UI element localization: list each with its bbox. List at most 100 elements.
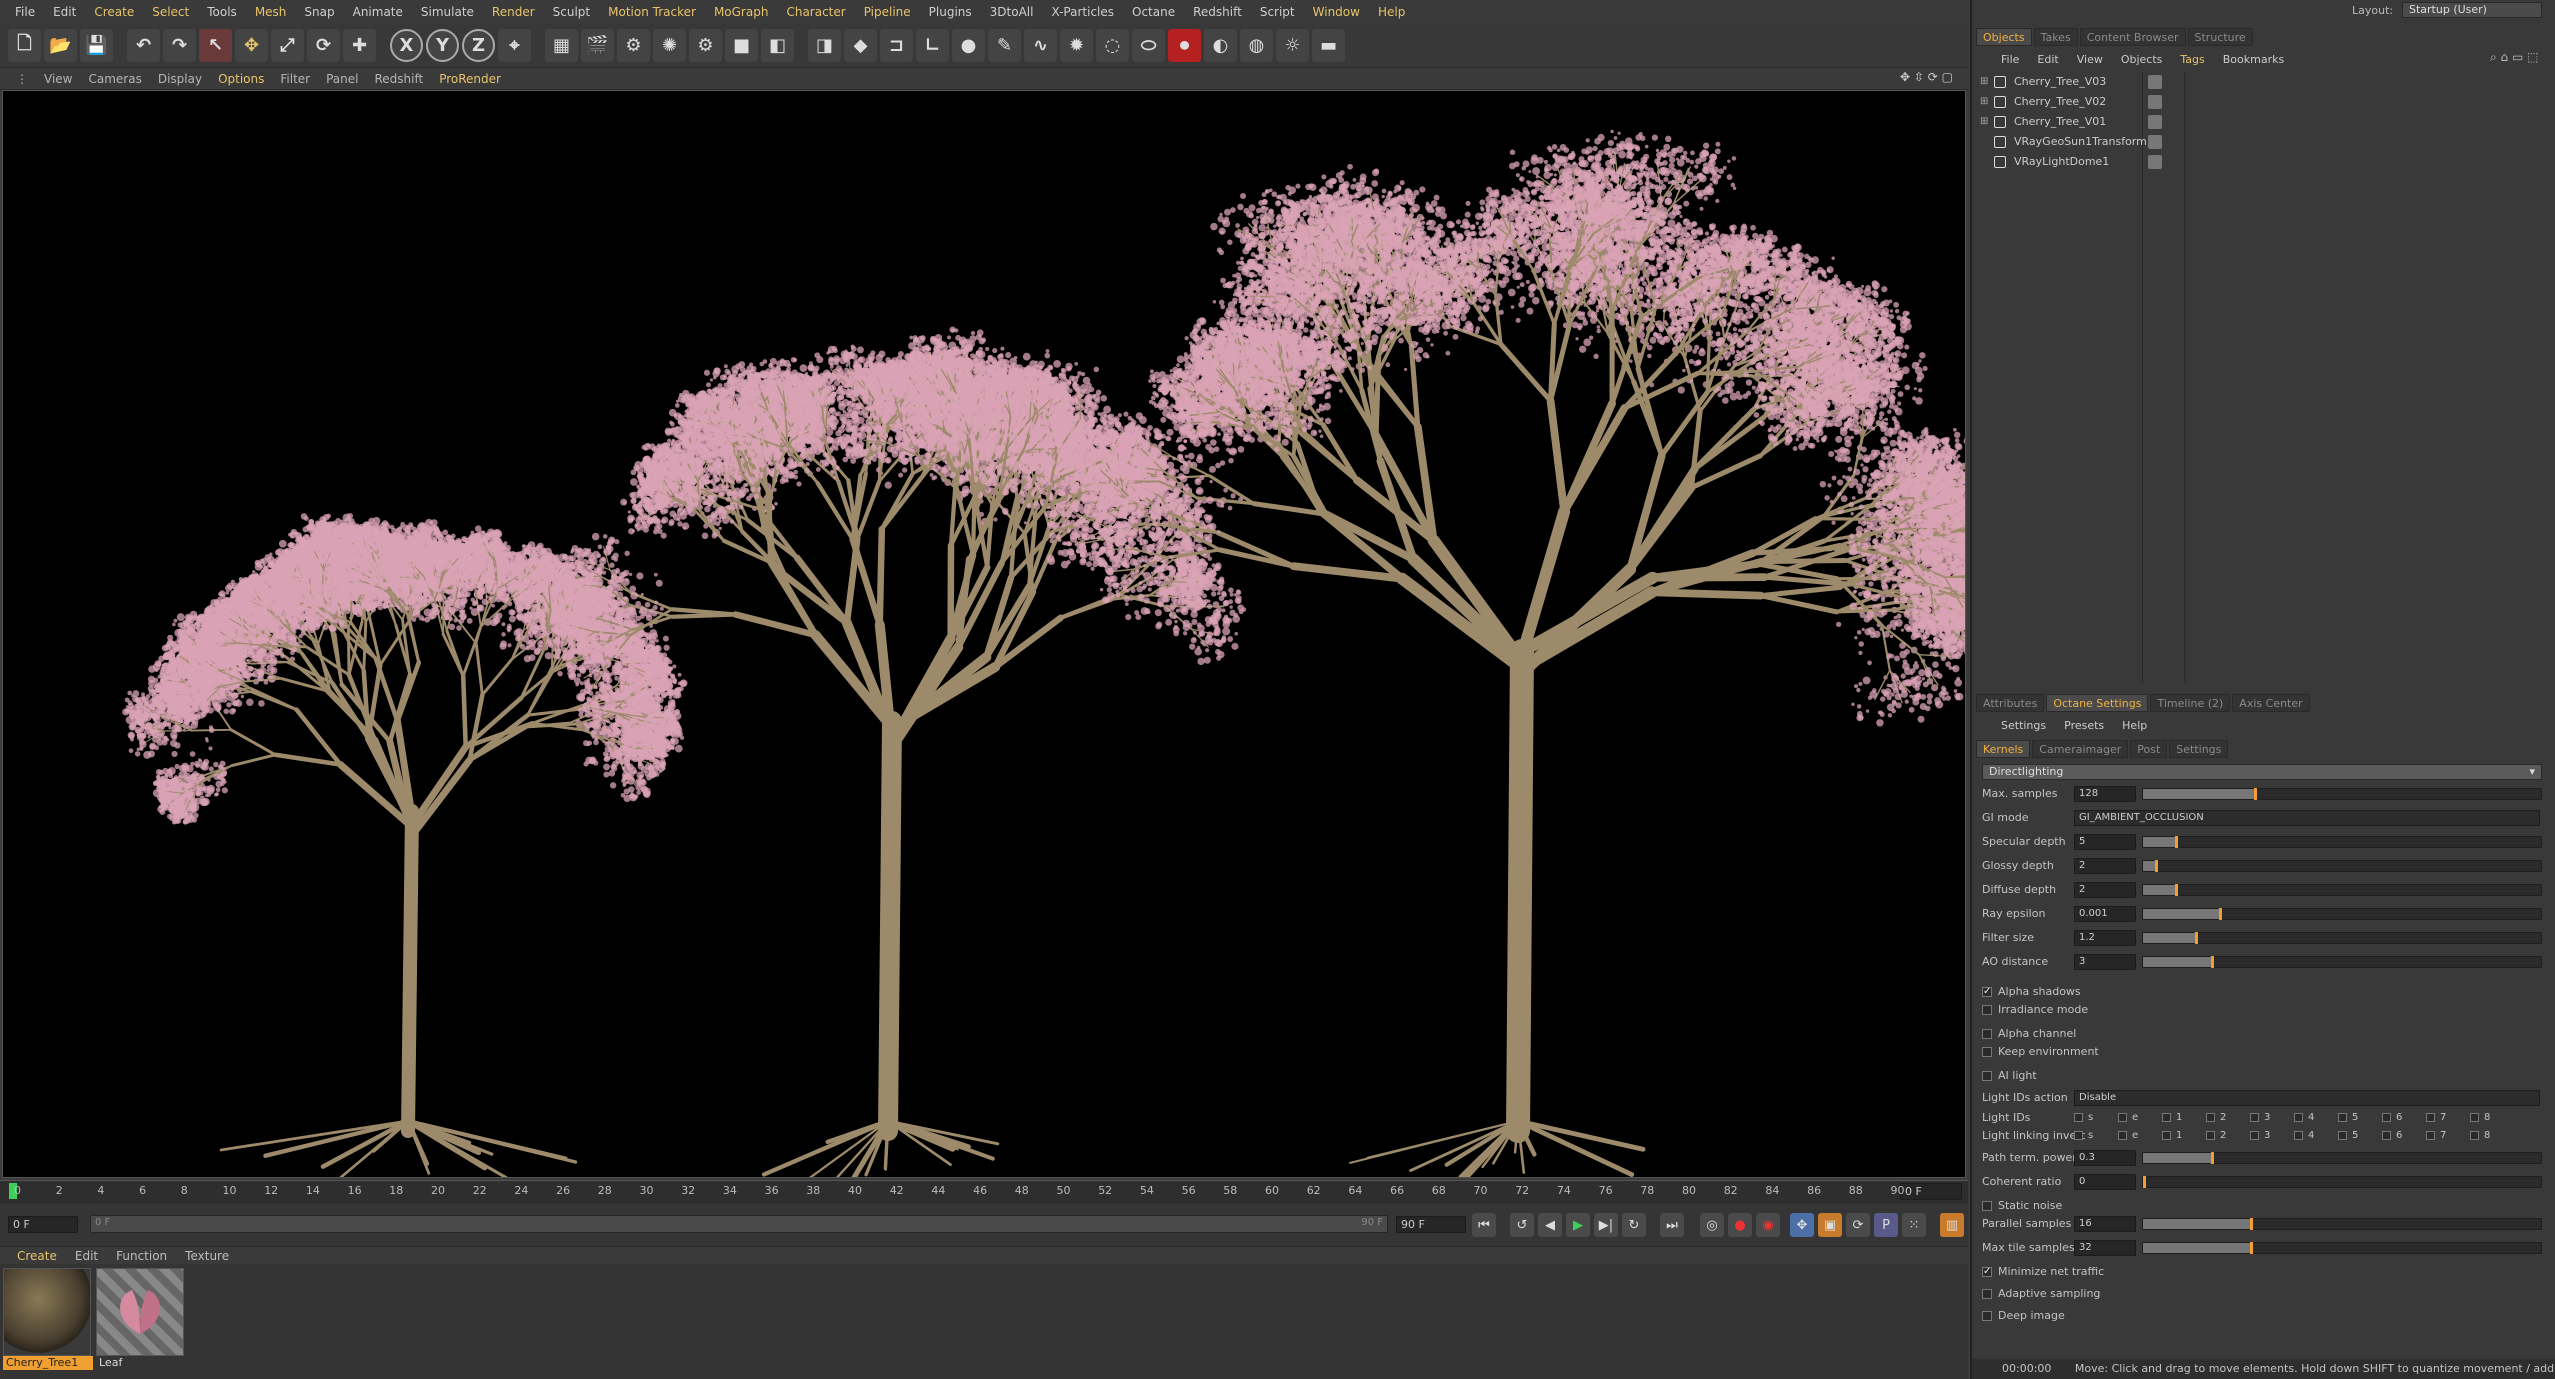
light-id-checkbox[interactable] xyxy=(2206,1113,2215,1122)
menu-create[interactable]: Create xyxy=(85,5,143,19)
open-icon[interactable]: 📂 xyxy=(44,29,77,62)
sphere-icon[interactable]: ● xyxy=(952,29,985,62)
subtab-kernels[interactable]: Kernels xyxy=(1976,740,2030,758)
redo-icon[interactable]: ↷ xyxy=(163,29,196,62)
checkbox[interactable] xyxy=(1982,1071,1992,1081)
menu-script[interactable]: Script xyxy=(1251,5,1304,19)
checkbox[interactable] xyxy=(1982,1029,1992,1039)
octane-menu-settings[interactable]: Settings xyxy=(1992,719,2055,732)
end-frame-field[interactable]: 90 F xyxy=(1396,1216,1466,1233)
menu-tools[interactable]: Tools xyxy=(198,5,246,19)
viewport-menu-display[interactable]: Display xyxy=(150,72,210,86)
record-icon[interactable]: ⏺ xyxy=(1168,29,1201,62)
current-frame-field[interactable]: 0 F xyxy=(1900,1183,1962,1200)
create-object-icon[interactable]: ✚ xyxy=(343,29,376,62)
viewport-menu-filter[interactable]: Filter xyxy=(272,72,318,86)
object-name[interactable]: Cherry_Tree_V03 xyxy=(2014,72,2106,92)
menu-file[interactable]: File xyxy=(6,5,44,19)
menu-motion-tracker[interactable]: Motion Tracker xyxy=(599,5,705,19)
light-id-checkbox[interactable] xyxy=(2162,1131,2171,1140)
param-value-field[interactable]: 0.3 xyxy=(2074,1150,2136,1166)
light-id-checkbox[interactable] xyxy=(2250,1131,2259,1140)
attr-tab-axis-center[interactable]: Axis Center xyxy=(2232,694,2309,712)
move-icon[interactable]: ✥ xyxy=(235,29,268,62)
light-id-checkbox[interactable] xyxy=(2294,1113,2303,1122)
viewport-menu-view[interactable]: View xyxy=(36,72,80,86)
slider-handle[interactable] xyxy=(2143,1176,2146,1188)
key-position-icon[interactable]: ✥ xyxy=(1790,1213,1814,1237)
rotate-icon[interactable]: ⟳ xyxy=(307,29,340,62)
menu-sculpt[interactable]: Sculpt xyxy=(544,5,599,19)
z-axis-icon[interactable]: Z xyxy=(462,29,495,62)
next-frame-icon[interactable]: ▶| xyxy=(1594,1213,1618,1237)
light-id-checkbox[interactable] xyxy=(2250,1113,2259,1122)
tab-structure[interactable]: Structure xyxy=(2188,28,2253,46)
menu-mograph[interactable]: MoGraph xyxy=(705,5,778,19)
object-name[interactable]: Cherry_Tree_V02 xyxy=(2014,92,2106,112)
cube-icon[interactable]: ■ xyxy=(725,29,758,62)
object-menu-edit[interactable]: Edit xyxy=(2028,53,2067,66)
object-row[interactable]: VRayLightDome1 xyxy=(1976,152,2551,172)
light-id-checkbox[interactable] xyxy=(2382,1131,2391,1140)
light-id-checkbox[interactable] xyxy=(2382,1113,2391,1122)
object-row[interactable]: ⊞ Cherry_Tree_V02 xyxy=(1976,92,2551,112)
octane-env-icon[interactable]: ◐ xyxy=(1204,29,1237,62)
deformer-icon[interactable]: ◌ xyxy=(1096,29,1129,62)
key-scale-icon[interactable]: ▣ xyxy=(1818,1213,1842,1237)
key-mode-icon[interactable]: ◎ xyxy=(1700,1213,1724,1237)
spline-icon[interactable]: ∿ xyxy=(1024,29,1057,62)
generator-icon[interactable]: ✹ xyxy=(1060,29,1093,62)
key-rotation-icon[interactable]: ⟳ xyxy=(1846,1213,1870,1237)
expand-icon[interactable] xyxy=(1980,157,1992,169)
menu-animate[interactable]: Animate xyxy=(344,5,412,19)
bend-icon[interactable]: ⊐ xyxy=(880,29,913,62)
object-row[interactable]: ⊞ Cherry_Tree_V03 xyxy=(1976,72,2551,92)
menu-pipeline[interactable]: Pipeline xyxy=(855,5,920,19)
object-menu-view[interactable]: View xyxy=(2068,53,2112,66)
param-slider[interactable] xyxy=(2142,932,2542,944)
material-leaf[interactable]: Leaf xyxy=(96,1268,186,1372)
menu-render[interactable]: Render xyxy=(483,5,544,19)
param-slider[interactable] xyxy=(2142,1176,2542,1188)
slider-handle[interactable] xyxy=(2175,884,2178,896)
cube-alt-icon[interactable]: ◧ xyxy=(761,29,794,62)
param-value-field[interactable]: 2 xyxy=(2074,882,2136,898)
param-slider[interactable] xyxy=(2142,908,2542,920)
param-slider[interactable] xyxy=(2142,884,2542,896)
floor-icon[interactable]: ∟ xyxy=(916,29,949,62)
visibility-icon[interactable] xyxy=(2148,115,2162,129)
object-menu-objects[interactable]: Objects xyxy=(2112,53,2172,66)
check-minimize-net-traffic[interactable]: ✓ Minimize net traffic xyxy=(1982,1262,2542,1282)
expand-icon[interactable]: ⊞ xyxy=(1980,77,1992,89)
object-menu-tags[interactable]: Tags xyxy=(2171,53,2213,66)
slider-handle[interactable] xyxy=(2250,1242,2253,1254)
key-param-icon[interactable]: P xyxy=(1874,1213,1898,1237)
start-frame-field[interactable]: 0 F xyxy=(8,1216,78,1233)
check-deep-image[interactable]: Deep image xyxy=(1982,1306,2542,1326)
param-value-field[interactable]: 2 xyxy=(2074,858,2136,874)
param-value-field[interactable]: 0.001 xyxy=(2074,906,2136,922)
param-value-field[interactable]: 32 xyxy=(2074,1240,2136,1256)
viewport-menu-redshift[interactable]: Redshift xyxy=(366,72,431,86)
object-name[interactable]: Cherry_Tree_V01 xyxy=(2014,112,2106,132)
expand-icon[interactable] xyxy=(1980,137,1992,149)
slider-handle[interactable] xyxy=(2175,836,2178,848)
render-view-icon[interactable]: 🎬 xyxy=(581,29,614,62)
cube-plain-icon[interactable]: ◨ xyxy=(808,29,841,62)
tag-icon[interactable]: ⬭ xyxy=(1132,29,1165,62)
expand-icon[interactable]: ⊞ xyxy=(1980,117,1992,129)
check-ai-light[interactable]: AI light xyxy=(1982,1066,2542,1086)
visibility-icon[interactable] xyxy=(2148,155,2162,169)
check-adaptive-sampling[interactable]: Adaptive sampling xyxy=(1982,1284,2542,1304)
goto-start-icon[interactable]: ⏮ xyxy=(1472,1213,1496,1237)
octane-menu-help[interactable]: Help xyxy=(2113,719,2156,732)
light-icon[interactable]: ☼ xyxy=(1276,29,1309,62)
light-id-checkbox[interactable] xyxy=(2118,1131,2127,1140)
viewport-menu-panel[interactable]: Panel xyxy=(318,72,366,86)
goto-end-icon[interactable]: ⏭ xyxy=(1660,1213,1684,1237)
light-id-checkbox[interactable] xyxy=(2118,1113,2127,1122)
object-menu-bookmarks[interactable]: Bookmarks xyxy=(2214,53,2293,66)
new-file-icon[interactable]: 🗋 xyxy=(8,29,41,62)
material-menu-texture[interactable]: Texture xyxy=(176,1249,238,1263)
checkbox[interactable] xyxy=(1982,1311,1992,1321)
